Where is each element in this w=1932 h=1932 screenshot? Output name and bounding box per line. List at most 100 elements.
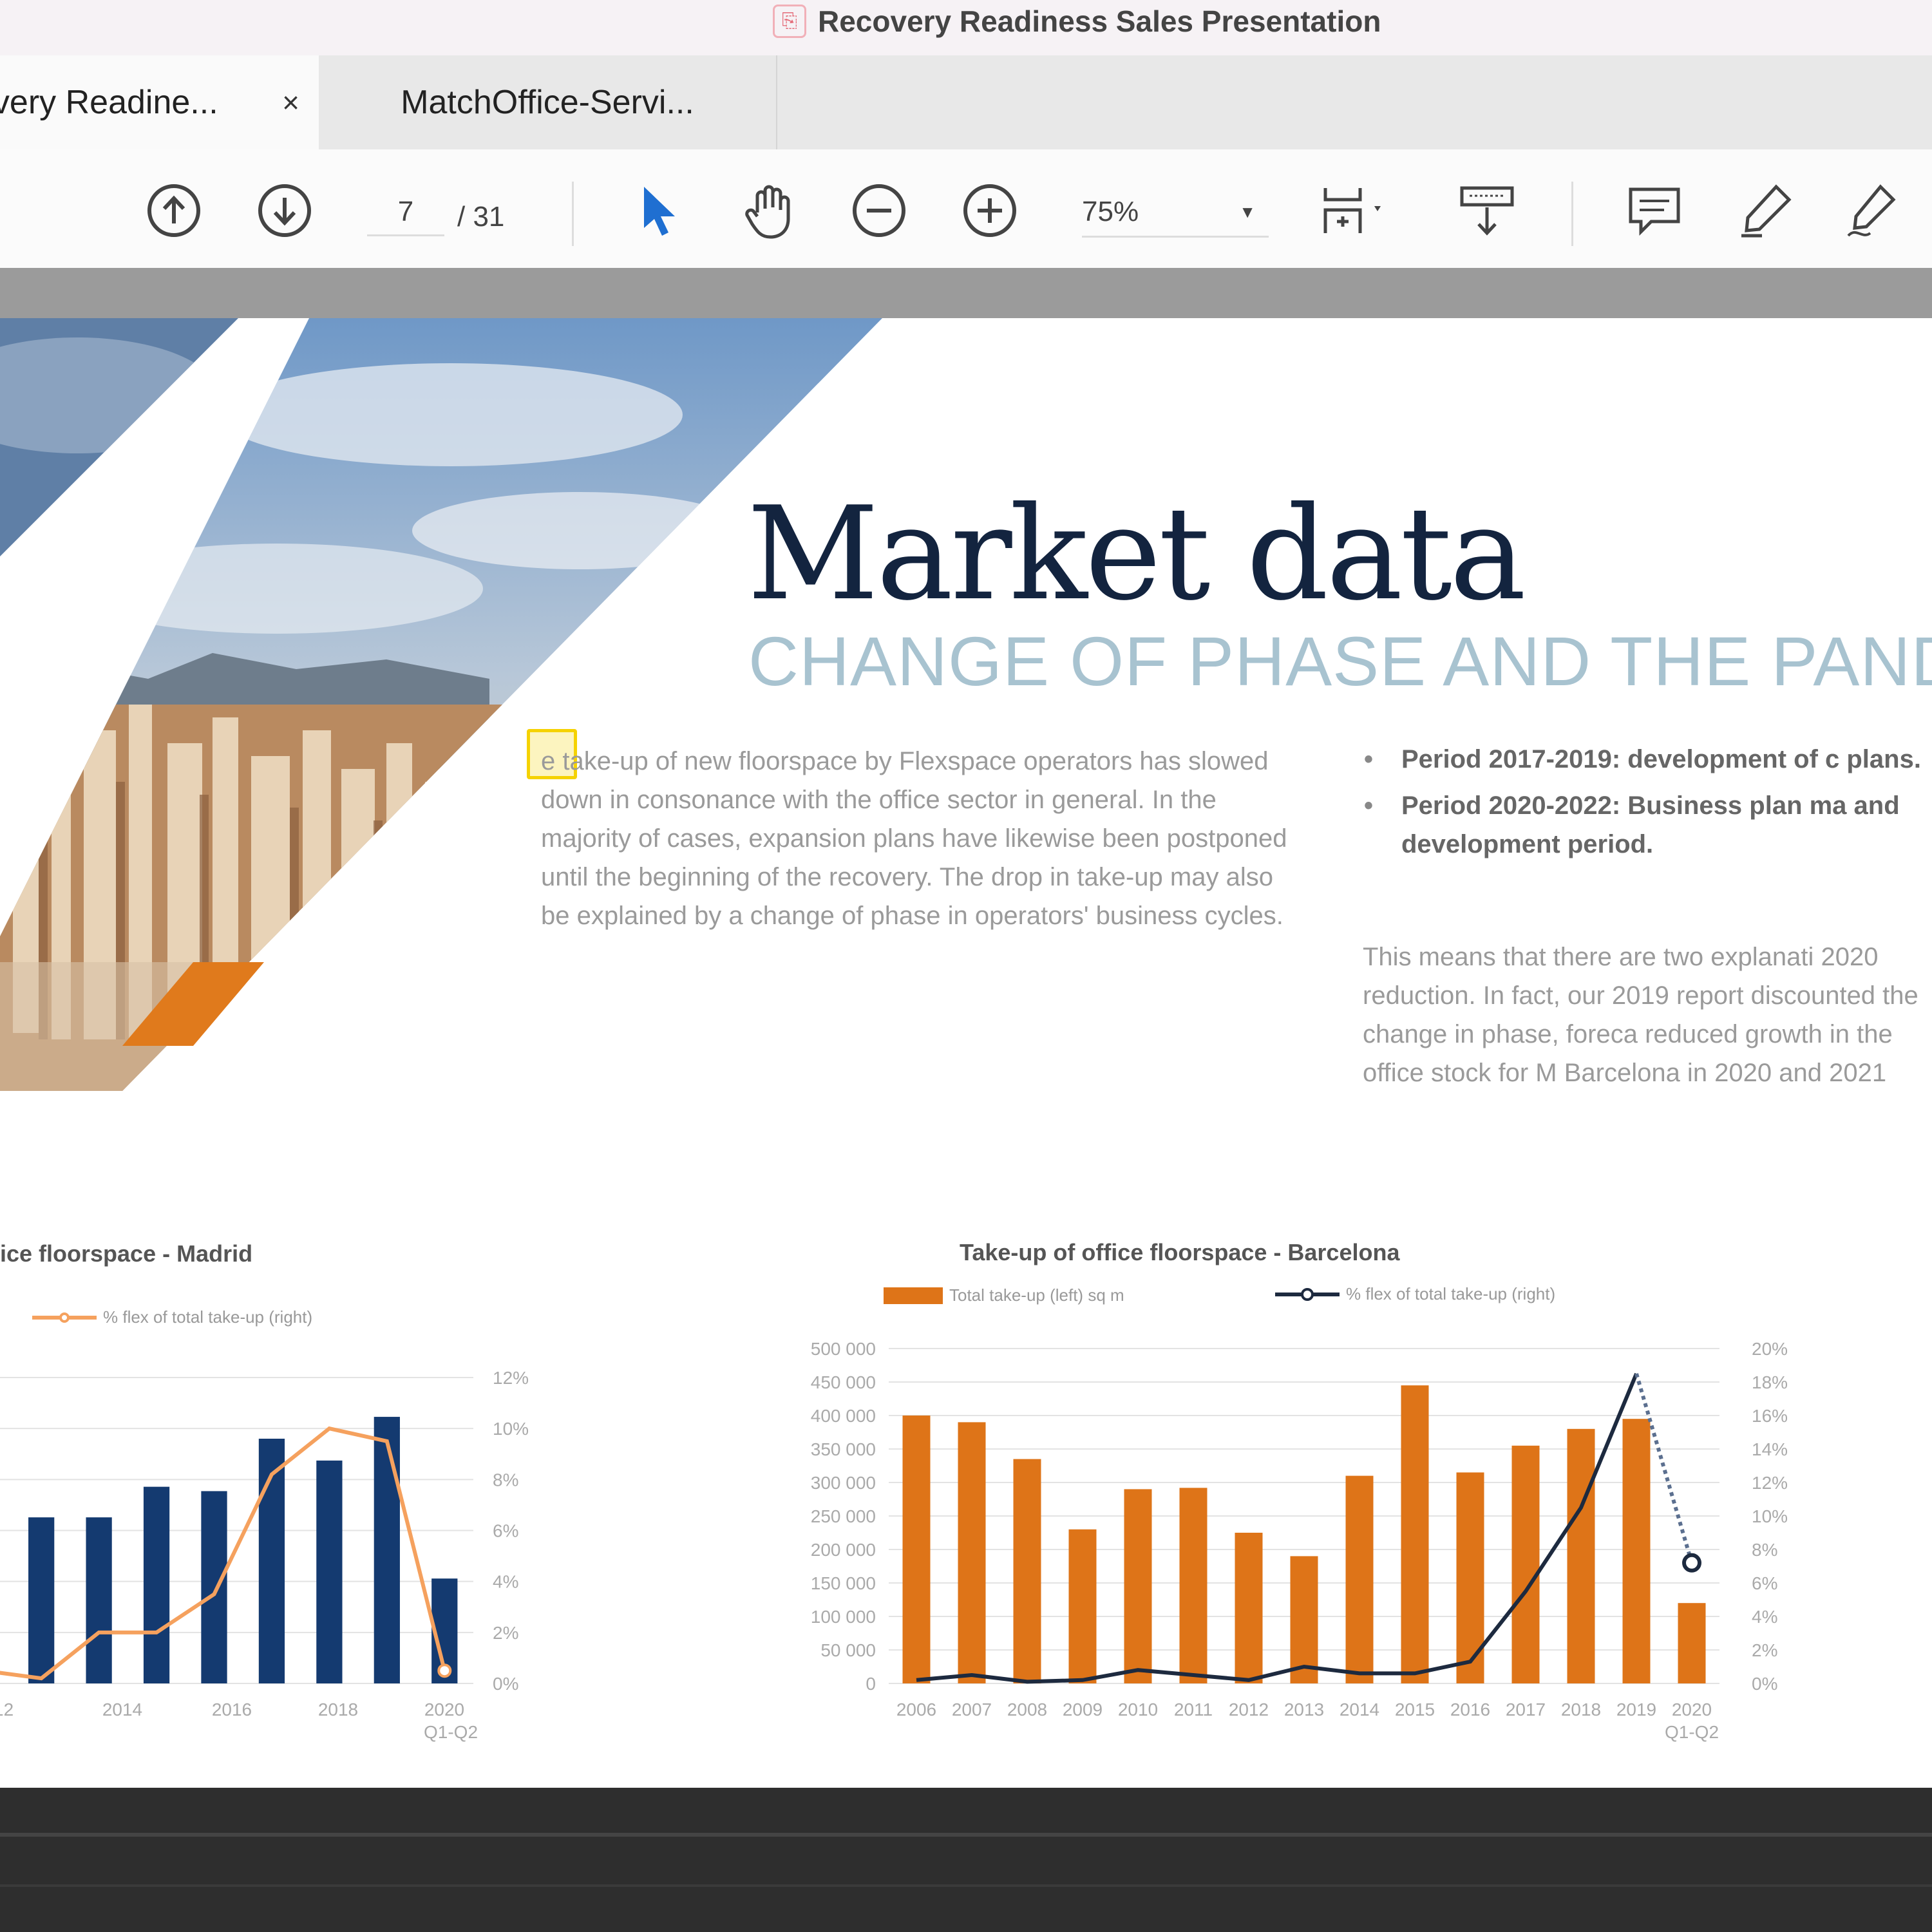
right-axis-tick-label: 8% [1752,1540,1777,1560]
zoom-level-select[interactable]: 75% ▼ [1082,196,1269,238]
bar [28,1517,55,1683]
bar [1345,1475,1374,1683]
line-end-point [1682,1553,1701,1573]
panel-divider [0,1884,1932,1887]
zoom-in-icon[interactable] [961,182,1019,240]
tab-bar: overy Readine... × MatchOffice-Servi... [0,55,1932,149]
bar [1511,1445,1540,1683]
right-axis-tick-label: 12% [1752,1473,1788,1493]
x-axis-tick-label: Q1-Q2 [424,1722,478,1742]
slide-subheading: CHANGE OF PHASE AND THE PANDE [748,622,1932,700]
close-tab-icon[interactable]: × [282,85,299,120]
scroll-mode-icon[interactable] [1458,182,1516,240]
bar [143,1486,170,1683]
zoom-out-icon[interactable] [850,182,908,240]
chevron-down-icon: ▼ [1239,202,1256,222]
right-axis-tick-label: 2% [493,1623,518,1643]
right-axis-tick-label: 4% [493,1572,518,1592]
next-page-icon[interactable] [256,182,314,240]
legend-line-swatch [32,1312,97,1323]
slide-heading: Market data [747,479,1526,629]
bottom-panel [0,1788,1932,1932]
right-axis-tick-label: 0% [1752,1674,1777,1694]
tab-matchoffice[interactable]: MatchOffice-Servi... [319,55,777,149]
right-axis-tick-label: 6% [1752,1573,1777,1593]
bar [1678,1603,1706,1683]
bar [1401,1385,1429,1683]
line-end-point [437,1663,452,1678]
x-axis-tick-label: 2016 [1450,1700,1490,1719]
bullet-list: Period 2017-2019: development of c plans… [1352,740,1932,871]
slide-page: Market data CHANGE OF PHASE AND THE PAND… [0,318,1932,1788]
right-axis-tick-label: 2% [1752,1640,1777,1660]
left-axis-tick-label: 100 000 [811,1607,876,1627]
madrid-chart-legend: % flex of total take-up (right) [32,1307,312,1327]
left-axis-tick-label: 150 000 [811,1573,876,1593]
right-axis-tick-label: 20% [1752,1339,1788,1359]
zoom-level-value: 75% [1082,196,1139,227]
x-axis-tick-label: 2008 [1007,1700,1047,1719]
x-axis-tick-label: 2014 [102,1700,142,1719]
right-axis-tick-label: 16% [1752,1406,1788,1426]
bar [374,1417,400,1683]
legend-line-swatch [1275,1287,1340,1301]
legend-bar-swatch [884,1287,943,1304]
x-axis-tick-label: 2007 [952,1700,992,1719]
x-axis-tick-label: 2009 [1063,1700,1103,1719]
x-axis-tick-label: 2012 [1229,1700,1269,1719]
left-axis-tick-label: 300 000 [811,1473,876,1493]
right-axis-tick-label: 12% [493,1368,529,1388]
right-axis-tick-label: 10% [493,1419,529,1439]
bar [1235,1533,1263,1683]
barcelona-legend-bars: Total take-up (left) sq m [884,1285,1124,1305]
barcelona-chart-title: Take-up of office floorspace - Barcelona [960,1239,1400,1265]
tab-label: overy Readine... [0,84,218,121]
bar [1013,1459,1041,1683]
bar [316,1460,343,1683]
barcelona-chart: 0 50 000 100 000 150 000 200 000 250 000 300 0… [811,1339,1788,1742]
toolbar-divider [572,182,574,246]
right-axis-tick-label: 0% [493,1674,518,1694]
left-axis-tick-label: 400 000 [811,1406,876,1426]
right-axis-tick-label: 6% [493,1521,518,1541]
pdf-file-icon: ⎘ [773,5,806,38]
bullet-item: Period 2020-2022: Business plan ma and d… [1352,786,1932,864]
left-axis-tick-label: 250 000 [811,1506,876,1526]
left-axis-tick-label: 0 [866,1674,876,1694]
hand-tool-icon[interactable] [739,182,797,240]
tab-recovery-readiness[interactable]: overy Readine... × [0,55,319,149]
x-axis-tick-label: 2012 [0,1700,14,1719]
city-skyline-image [0,318,882,1091]
x-axis-tick-label: 2011 [1174,1700,1213,1719]
window-title: Recovery Readiness Sales Presentation [818,5,1381,38]
right-axis-tick-label: 14% [1752,1439,1788,1459]
x-axis-tick-label: 2020 [1672,1700,1712,1719]
previous-page-icon[interactable] [145,182,203,240]
page-fit-icon[interactable] [1319,182,1390,240]
highlight-pen-icon[interactable] [1736,182,1794,240]
right-axis-tick-label: 18% [1752,1372,1788,1392]
sign-icon[interactable] [1843,182,1901,240]
left-axis-tick-label: 350 000 [811,1439,876,1459]
left-axis-tick-label: 50 000 [820,1640,876,1660]
x-axis-tick-label: 2018 [1561,1700,1601,1719]
x-axis-tick-label: 2017 [1506,1700,1546,1719]
left-axis-tick-label: 450 000 [811,1372,876,1392]
comment-icon[interactable] [1625,182,1683,240]
barcelona-legend-line: % flex of total take-up (right) [1275,1284,1555,1304]
right-axis-tick-label: 10% [1752,1506,1788,1526]
select-tool-icon[interactable] [631,182,689,240]
toolbar-divider [1571,182,1573,246]
pdf-toolbar: 7 / 31 75% ▼ [0,149,1932,269]
bar [86,1517,112,1683]
bar [201,1491,227,1683]
left-axis-tick-label: 500 000 [811,1339,876,1359]
bar [958,1422,986,1683]
page-number-input[interactable]: 7 [367,196,444,236]
bullet-item: Period 2017-2019: development of c plans… [1352,740,1932,779]
window-titlebar: ⎘ Recovery Readiness Sales Presentation [0,0,1932,56]
explanation-paragraph: This means that there are two explanati … [1363,943,1918,1087]
x-axis-tick-label: 2006 [896,1700,936,1719]
bar [1567,1428,1595,1683]
left-axis-tick-label: 200 000 [811,1540,876,1560]
